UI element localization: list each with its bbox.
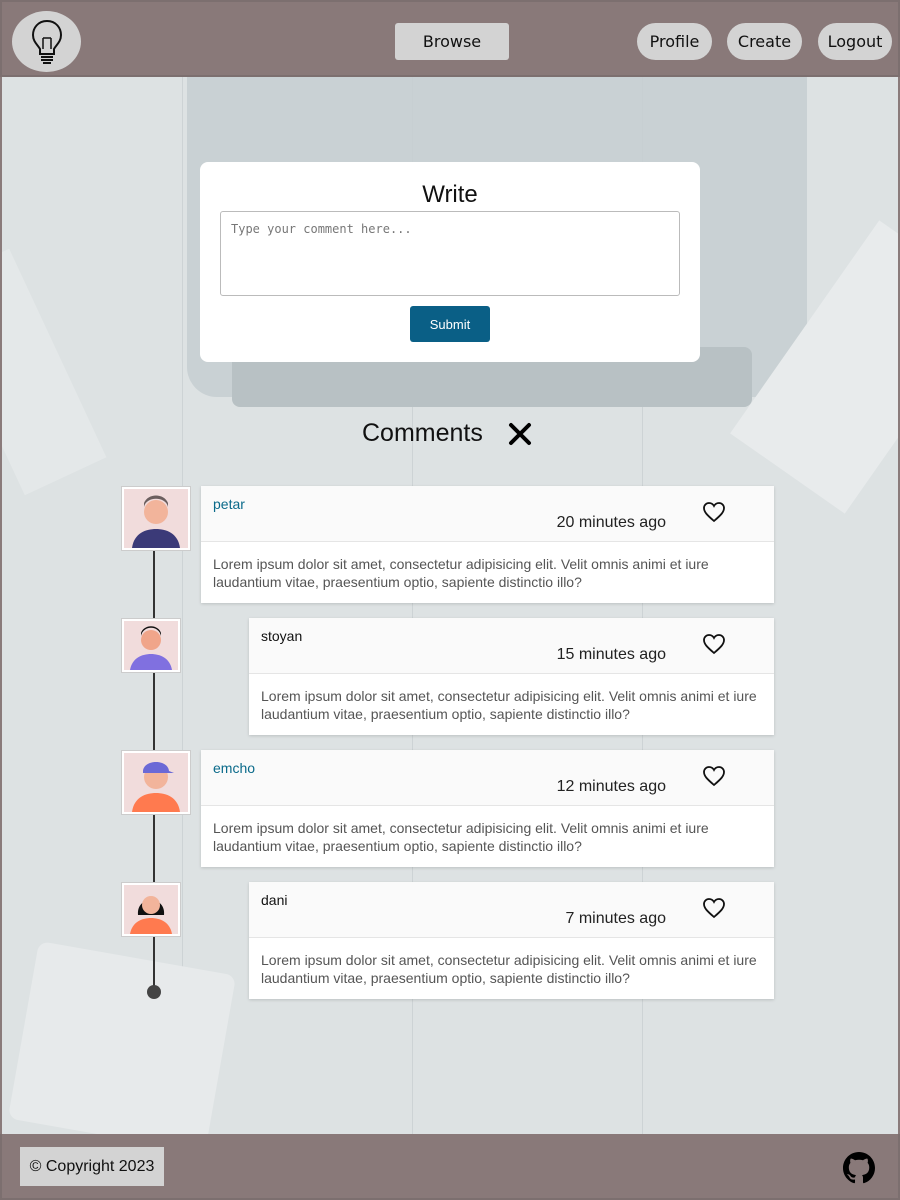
comment-header: dani 7 minutes ago (249, 882, 774, 938)
lightbulb-icon (31, 19, 62, 64)
heart-icon[interactable] (702, 765, 726, 787)
comment-username[interactable]: stoyan (261, 628, 302, 644)
heart-icon[interactable] (702, 897, 726, 919)
user-avatar-icon (124, 753, 188, 812)
timeline-end-dot (147, 985, 161, 999)
top-navbar: Browse Profile Create Logout (0, 0, 900, 77)
comment-timestamp: 15 minutes ago (556, 646, 666, 663)
avatar[interactable] (122, 883, 180, 936)
comment-textarea[interactable] (220, 211, 680, 296)
comment-header: petar 20 minutes ago (201, 486, 774, 542)
comment-timestamp: 7 minutes ago (565, 910, 666, 927)
create-button[interactable]: Create (727, 23, 802, 60)
user-avatar-icon (124, 621, 178, 670)
comments-title: Comments (362, 419, 483, 447)
comment-card: stoyan 15 minutes ago Lorem ipsum dolor … (249, 618, 774, 735)
profile-button[interactable]: Profile (637, 23, 712, 60)
background-cup (7, 941, 237, 1134)
avatar[interactable] (122, 619, 180, 672)
github-icon[interactable] (843, 1152, 875, 1184)
user-avatar-icon (124, 489, 188, 548)
footer: © Copyright 2023 (0, 1134, 900, 1200)
heart-icon[interactable] (702, 501, 726, 523)
comment-timestamp: 20 minutes ago (556, 514, 666, 531)
comment-text: Lorem ipsum dolor sit amet, consectetur … (213, 820, 709, 854)
comment-text: Lorem ipsum dolor sit amet, consectetur … (261, 952, 757, 986)
comment-username[interactable]: dani (261, 892, 287, 908)
comment-username[interactable]: emcho (213, 760, 255, 776)
comment-header: emcho 12 minutes ago (201, 750, 774, 806)
comment-text: Lorem ipsum dolor sit amet, consectetur … (213, 556, 709, 590)
comment-card: petar 20 minutes ago Lorem ipsum dolor s… (201, 486, 774, 603)
background-paper (2, 248, 107, 496)
comment-card: emcho 12 minutes ago Lorem ipsum dolor s… (201, 750, 774, 867)
write-title: Write (422, 181, 478, 208)
logout-button[interactable]: Logout (818, 23, 892, 60)
heart-icon[interactable] (702, 633, 726, 655)
comment-header: stoyan 15 minutes ago (249, 618, 774, 674)
comment-username[interactable]: petar (213, 496, 245, 512)
avatar[interactable] (122, 751, 190, 814)
copyright-text: © Copyright 2023 (20, 1147, 164, 1186)
comment-text: Lorem ipsum dolor sit amet, consectetur … (261, 688, 757, 722)
user-avatar-icon (124, 885, 178, 934)
browse-button[interactable]: Browse (395, 23, 509, 60)
logo[interactable] (12, 11, 81, 72)
comment-card: dani 7 minutes ago Lorem ipsum dolor sit… (249, 882, 774, 999)
submit-button[interactable]: Submit (410, 306, 490, 342)
close-icon[interactable] (508, 422, 532, 446)
comment-timestamp: 12 minutes ago (556, 778, 666, 795)
avatar[interactable] (122, 487, 190, 550)
